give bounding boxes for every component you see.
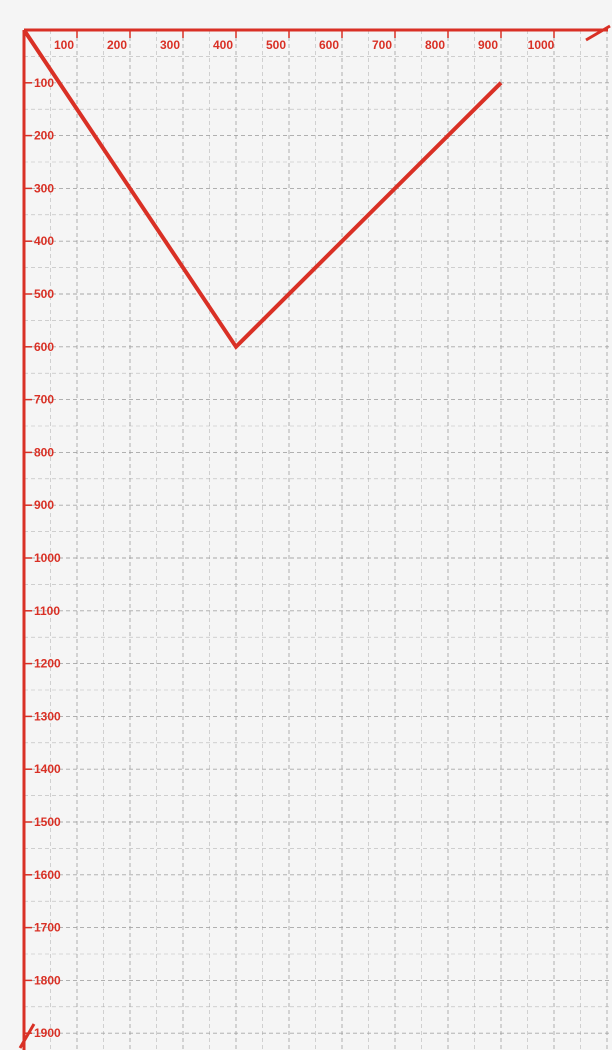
x-tick-label: 600 [319, 38, 339, 52]
x-axis-arrow [585, 24, 611, 42]
x-tick-label: 100 [54, 38, 74, 52]
y-tick-label: 900 [34, 498, 54, 512]
y-tick-label: 600 [34, 340, 54, 354]
y-tick-label: 1000 [34, 551, 61, 565]
y-tick-label: 1100 [34, 604, 60, 618]
y-tick-label: 200 [34, 129, 54, 143]
y-tick-label: 1700 [34, 921, 61, 935]
y-tick-label: 1800 [34, 973, 61, 987]
y-tick-label: 1500 [34, 815, 61, 829]
y-tick-label: 1900 [34, 1026, 61, 1040]
grid [24, 30, 612, 1050]
y-tick-label: 1600 [34, 868, 61, 882]
y-tick-label: 700 [34, 393, 54, 407]
line-chart: 100 200 300 400 500 600 700 800 900 1000 100 200 300… [18, 24, 612, 1050]
y-axis-arrow [18, 1023, 36, 1049]
y-tick-label: 1300 [34, 709, 61, 723]
x-tick-label: 1000 [528, 38, 555, 52]
y-tick-label: 100 [34, 76, 54, 90]
x-tick-label: 400 [213, 38, 233, 52]
x-tick-label: 800 [425, 38, 445, 52]
x-tick-label: 700 [372, 38, 392, 52]
x-tick-label: 900 [478, 38, 498, 52]
y-tick-label: 300 [34, 181, 54, 195]
y-tick-label: 400 [34, 234, 54, 248]
x-tick-label: 200 [107, 38, 127, 52]
axes [18, 24, 611, 1050]
y-tick-label: 500 [34, 287, 54, 301]
y-tick-label: 800 [34, 445, 54, 459]
x-tick-label: 500 [266, 38, 286, 52]
chart-container: 100 200 300 400 500 600 700 800 900 1000 100 200 300… [0, 0, 612, 1050]
y-tick-label: 1400 [34, 762, 61, 776]
y-tick-label: 1200 [34, 657, 61, 671]
x-tick-label: 300 [160, 38, 180, 52]
